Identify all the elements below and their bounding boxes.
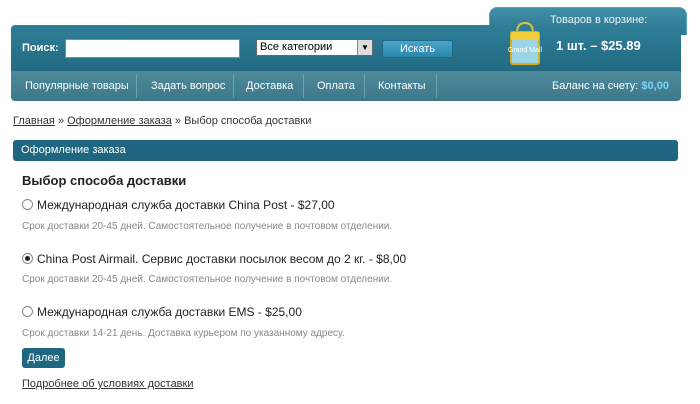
breadcrumb-order[interactable]: Оформление заказа	[67, 115, 172, 127]
nav-item-popular[interactable]: Популярные товары	[25, 80, 129, 92]
shopping-bag-icon[interactable]: Grand Mall	[505, 19, 545, 67]
delivery-option-airmail[interactable]: China Post Airmail. Сервис доставки посы…	[22, 252, 406, 266]
radio-button[interactable]	[22, 306, 33, 317]
search-button[interactable]: Искать	[382, 40, 453, 58]
nav-item-payment[interactable]: Оплата	[317, 80, 355, 92]
section-title: Оформление заказа	[13, 140, 678, 161]
nav-divider	[136, 74, 137, 98]
balance-value: $0,00	[641, 80, 669, 92]
radio-button[interactable]	[22, 199, 33, 210]
account-balance: Баланс на счету: $0,00	[552, 80, 669, 92]
breadcrumb-current: Выбор способа доставки	[184, 115, 312, 127]
delivery-option-label: Международная служба доставки China Post…	[37, 198, 335, 212]
delivery-option-note: Срок доставки 14-21 день. Доставка курье…	[22, 328, 345, 339]
category-select-value: Все категории	[260, 41, 333, 53]
nav-divider	[303, 74, 304, 98]
nav-divider	[364, 74, 365, 98]
delivery-option-note: Срок доставки 20-45 дней. Самостоятельно…	[22, 274, 393, 285]
search-label: Поиск:	[22, 42, 59, 54]
cart-summary[interactable]: 1 шт. – $25.89	[556, 38, 641, 53]
nav-divider	[436, 74, 437, 98]
nav-item-ask[interactable]: Задать вопрос	[151, 80, 225, 92]
breadcrumb-separator: »	[57, 115, 65, 127]
delivery-option-label: Международная служба доставки EMS - $25,…	[37, 305, 302, 319]
next-button[interactable]: Далее	[22, 348, 65, 368]
page-title: Выбор способа доставки	[22, 173, 187, 188]
chevron-down-icon[interactable]: ▼	[357, 40, 372, 55]
breadcrumb-home[interactable]: Главная	[13, 115, 55, 127]
breadcrumb: Главная » Оформление заказа » Выбор спос…	[13, 115, 311, 127]
delivery-option-china-post[interactable]: Международная служба доставки China Post…	[22, 198, 335, 212]
search-input[interactable]	[65, 39, 240, 58]
delivery-option-label: China Post Airmail. Сервис доставки посы…	[37, 252, 407, 266]
delivery-option-note: Срок доставки 20-45 дней. Самостоятельно…	[22, 221, 393, 232]
nav-item-contacts[interactable]: Контакты	[378, 80, 426, 92]
breadcrumb-separator: »	[174, 115, 182, 127]
radio-button-selected[interactable]	[22, 253, 33, 264]
delivery-option-ems[interactable]: Международная служба доставки EMS - $25,…	[22, 305, 302, 319]
category-select[interactable]: Все категории ▼	[256, 39, 373, 56]
cart-logo-text: Grand Mall	[508, 47, 543, 54]
nav-divider	[233, 74, 234, 98]
balance-label: Баланс на счету:	[552, 80, 639, 92]
delivery-terms-link[interactable]: Подробнее об условиях доставки	[22, 378, 193, 390]
nav-item-delivery[interactable]: Доставка	[246, 80, 293, 92]
